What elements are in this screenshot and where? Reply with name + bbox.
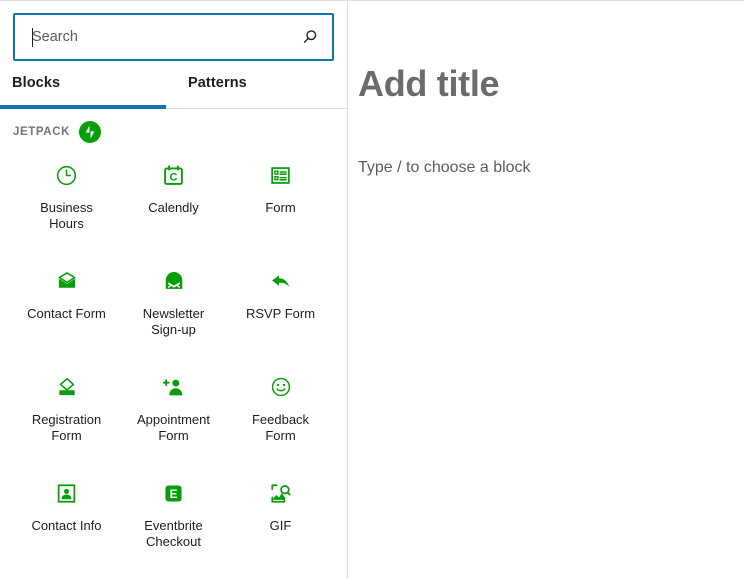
block-label: GIF [270, 518, 292, 534]
inserter-tabs: Blocks Patterns [0, 72, 347, 109]
calendar-c-icon: C [162, 163, 186, 187]
reply-arrow-icon [269, 269, 293, 293]
block-item-gif[interactable]: GIF [227, 469, 334, 575]
block-item-newsletter-signup[interactable]: Newsletter Sign-up [120, 257, 227, 363]
search-box[interactable] [13, 13, 334, 61]
post-editor-canvas: Add title Type / to choose a block [348, 1, 744, 579]
block-label: Form [265, 200, 295, 216]
jetpack-bolt-glyph [82, 124, 98, 140]
smiley-icon [269, 375, 293, 399]
block-item-contact-form[interactable]: Contact Form [13, 257, 120, 363]
text-cursor [32, 28, 33, 47]
tab-patterns-label: Patterns [188, 72, 247, 94]
jetpack-logo-icon [79, 121, 101, 143]
block-item-appointment-form[interactable]: Appointment Form [120, 363, 227, 469]
search-button[interactable] [294, 21, 326, 53]
block-item-rsvp-form[interactable]: RSVP Form [227, 257, 334, 363]
envelope-icon [55, 269, 79, 293]
eventbrite-e-icon: E [162, 481, 186, 505]
block-inserter-panel: Blocks Patterns JETPACK [0, 1, 348, 579]
post-title-input[interactable]: Add title [358, 63, 738, 105]
tab-patterns[interactable]: Patterns [166, 72, 347, 108]
person-card-icon [55, 481, 79, 505]
ballot-box-icon [55, 375, 79, 399]
add-person-icon [162, 375, 186, 399]
tab-blocks-label: Blocks [12, 72, 60, 94]
block-item-feedback-form[interactable]: Feedback Form [227, 363, 334, 469]
block-label: Newsletter Sign-up [143, 306, 204, 337]
search-section [0, 1, 347, 72]
category-header: JETPACK [0, 109, 347, 151]
svg-text:E: E [170, 487, 178, 501]
mail-newsletter-icon [162, 269, 186, 293]
block-label: Registration Form [32, 412, 101, 443]
block-grid: Business Hours C Calendly [0, 151, 347, 575]
block-label: Eventbrite Checkout [144, 518, 203, 549]
svg-text:C: C [170, 171, 178, 183]
editor-content: Add title Type / to choose a block [358, 63, 738, 181]
block-item-calendly[interactable]: C Calendly [120, 151, 227, 257]
form-list-icon [269, 163, 293, 187]
block-inserter-screen: Blocks Patterns JETPACK [0, 0, 744, 579]
search-input[interactable] [15, 15, 332, 59]
image-search-icon [269, 481, 293, 505]
block-label: Contact Info [31, 518, 101, 534]
block-label: Feedback Form [252, 412, 309, 443]
block-label: Appointment Form [137, 412, 210, 443]
block-item-eventbrite-checkout[interactable]: E Eventbrite Checkout [120, 469, 227, 575]
block-label: Contact Form [27, 306, 106, 322]
block-label: RSVP Form [246, 306, 315, 322]
search-icon [300, 27, 320, 47]
block-item-contact-info[interactable]: Contact Info [13, 469, 120, 575]
block-label: Business Hours [40, 200, 93, 231]
tab-blocks[interactable]: Blocks [0, 72, 166, 108]
category-title: JETPACK [13, 126, 70, 138]
empty-block-paragraph[interactable]: Type / to choose a block [358, 155, 738, 181]
block-item-registration-form[interactable]: Registration Form [13, 363, 120, 469]
block-item-form[interactable]: Form [227, 151, 334, 257]
block-item-business-hours[interactable]: Business Hours [13, 151, 120, 257]
block-label: Calendly [148, 200, 199, 216]
clock-icon [55, 163, 79, 187]
